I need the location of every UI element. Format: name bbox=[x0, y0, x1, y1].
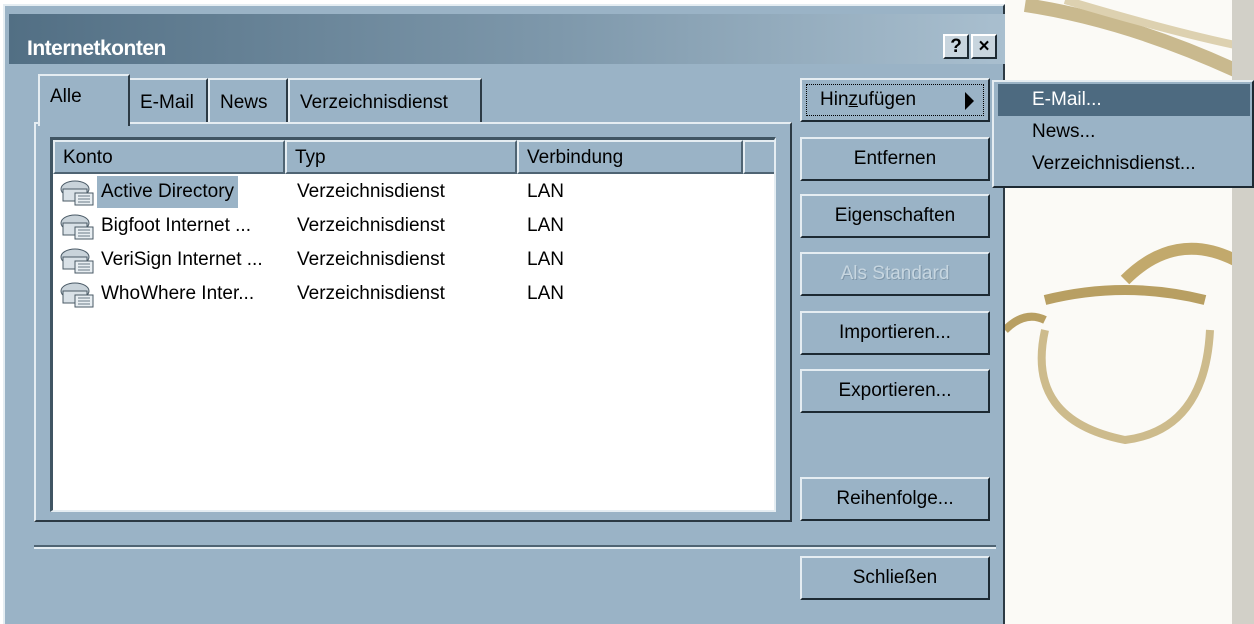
menu-item-news[interactable]: News... bbox=[998, 116, 1250, 148]
wallpaper-glasses-image bbox=[1005, 0, 1235, 445]
close-icon: × bbox=[978, 36, 990, 57]
button-label: Als Standard bbox=[840, 263, 950, 284]
directory-service-icon bbox=[60, 180, 94, 206]
directory-service-icon bbox=[60, 248, 94, 274]
account-type: Verzeichnisdienst bbox=[297, 283, 445, 304]
tab-label: E-Mail bbox=[140, 92, 194, 113]
export-button[interactable]: Exportieren... bbox=[800, 369, 990, 413]
tab-all[interactable]: Alle bbox=[38, 74, 130, 126]
button-label: Importieren... bbox=[839, 322, 951, 343]
menu-item-email[interactable]: E-Mail... bbox=[998, 84, 1250, 116]
account-connection: LAN bbox=[527, 181, 564, 202]
menu-item-directory-service[interactable]: Verzeichnisdienst... bbox=[998, 148, 1250, 180]
directory-service-icon bbox=[60, 282, 94, 308]
button-label: Exportieren... bbox=[838, 380, 952, 401]
add-menu: E-Mail... News... Verzeichnisdienst... bbox=[992, 80, 1254, 188]
column-header-filler bbox=[743, 140, 774, 174]
close-dialog-button[interactable]: Schließen bbox=[800, 556, 990, 600]
tab-label: Verzeichnisdienst bbox=[300, 92, 448, 113]
account-name: VeriSign Internet ... bbox=[101, 249, 263, 270]
account-name: Active Directory bbox=[97, 176, 239, 208]
menu-item-label: Verzeichnisdienst... bbox=[1032, 153, 1196, 174]
button-label: Entfernen bbox=[853, 148, 937, 169]
close-button[interactable]: × bbox=[971, 34, 997, 59]
help-icon: ? bbox=[950, 36, 962, 57]
title-bar[interactable]: Internetkonten ? × bbox=[9, 14, 1005, 64]
directory-service-icon bbox=[60, 214, 94, 240]
button-label: Eigenschaften bbox=[834, 205, 956, 226]
tab-label: Alle bbox=[50, 86, 82, 107]
tab-label: News bbox=[220, 92, 268, 113]
set-default-button[interactable]: Als Standard bbox=[800, 252, 990, 296]
focus-ring bbox=[806, 84, 984, 116]
properties-button[interactable]: Eigenschaften bbox=[800, 194, 990, 238]
submenu-arrow-icon bbox=[965, 92, 974, 110]
tab-news[interactable]: News bbox=[208, 78, 288, 122]
tab-email[interactable]: E-Mail bbox=[128, 78, 208, 122]
account-type: Verzeichnisdienst bbox=[297, 181, 445, 202]
accounts-list[interactable]: Konto Typ Verbindung Active Directory Ve… bbox=[50, 137, 776, 512]
button-label: Reihenfolge... bbox=[836, 488, 954, 509]
column-label: Verbindung bbox=[527, 147, 624, 168]
account-name: WhoWhere Inter... bbox=[101, 283, 255, 304]
account-name: Bigfoot Internet ... bbox=[101, 215, 251, 236]
table-row[interactable]: Active Directory Verzeichnisdienst LAN bbox=[53, 176, 773, 210]
column-header-connection[interactable]: Verbindung bbox=[517, 140, 743, 174]
import-button[interactable]: Importieren... bbox=[800, 311, 990, 355]
add-button[interactable]: Hinzufügen bbox=[800, 78, 990, 122]
help-button[interactable]: ? bbox=[943, 34, 969, 59]
table-row[interactable]: VeriSign Internet ... Verzeichnisdienst … bbox=[53, 244, 773, 278]
table-row[interactable]: WhoWhere Inter... Verzeichnisdienst LAN bbox=[53, 278, 773, 312]
account-connection: LAN bbox=[527, 215, 564, 236]
account-connection: LAN bbox=[527, 249, 564, 270]
button-label: Schließen bbox=[852, 567, 938, 588]
account-type: Verzeichnisdienst bbox=[297, 215, 445, 236]
column-label: Typ bbox=[295, 147, 326, 168]
account-type: Verzeichnisdienst bbox=[297, 249, 445, 270]
tab-directory-service[interactable]: Verzeichnisdienst bbox=[288, 78, 482, 122]
remove-button[interactable]: Entfernen bbox=[800, 137, 990, 181]
menu-item-label: E-Mail... bbox=[1032, 89, 1102, 110]
column-header-account[interactable]: Konto bbox=[53, 140, 285, 174]
account-connection: LAN bbox=[527, 283, 564, 304]
table-row[interactable]: Bigfoot Internet ... Verzeichnisdienst L… bbox=[53, 210, 773, 244]
separator bbox=[34, 545, 996, 549]
menu-item-label: News... bbox=[1032, 121, 1096, 142]
order-button[interactable]: Reihenfolge... bbox=[800, 477, 990, 521]
dialog-title: Internetkonten bbox=[27, 37, 166, 60]
column-label: Konto bbox=[63, 147, 113, 168]
column-header-type[interactable]: Typ bbox=[285, 140, 517, 174]
